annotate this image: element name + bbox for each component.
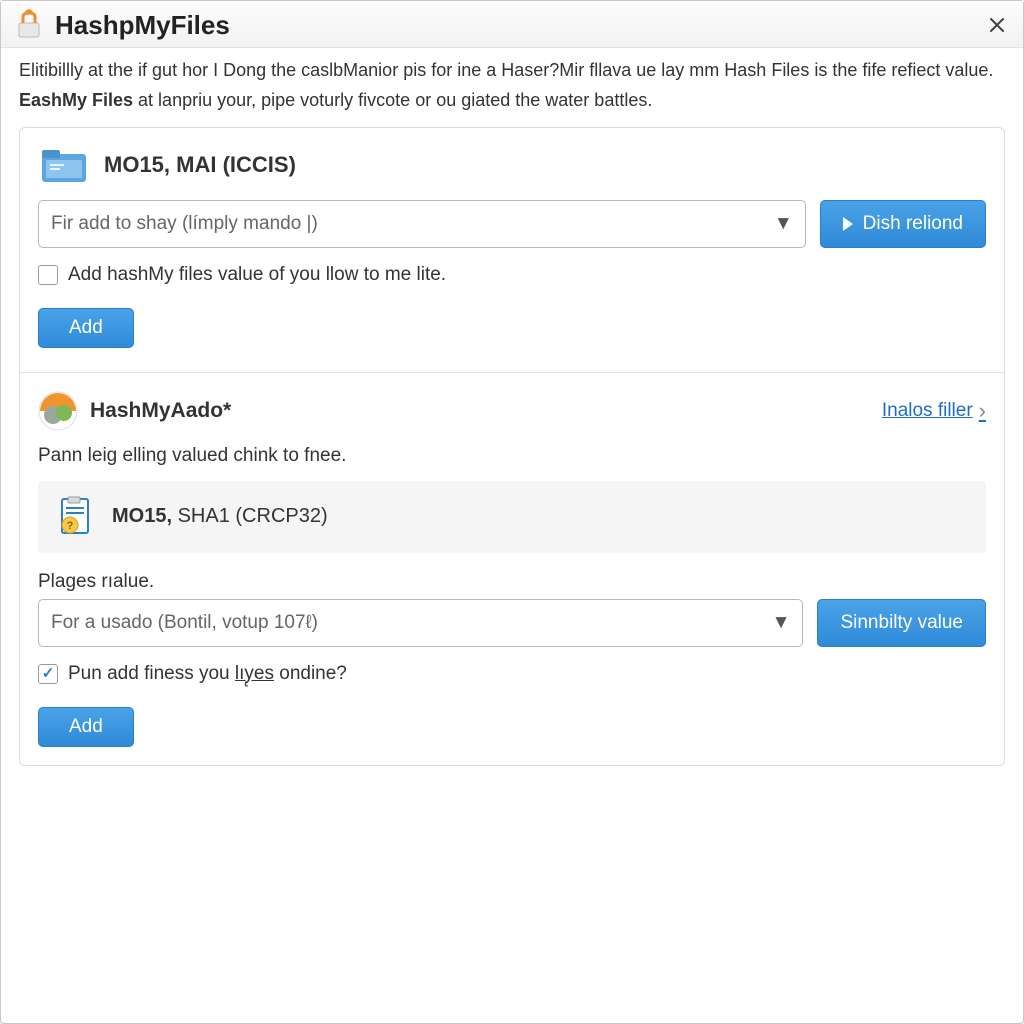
app-window: HashpMyFiles Elitibillly at the if gut h… (0, 0, 1024, 1024)
section1-add-button[interactable]: Add (38, 308, 134, 348)
section1-checkbox-row: Add hashMy files value of you llow to me… (38, 264, 986, 286)
section2-action-button[interactable]: Sinnbilty value (817, 599, 986, 647)
section2-title: HashMyAado* (90, 399, 231, 423)
play-icon (843, 217, 853, 231)
section1-combo[interactable]: Fir add to shay (límply mando |) ▼ (38, 200, 806, 248)
chevron-down-icon: ▼ (774, 213, 793, 235)
section1-header: MO15, MAI (ICCIS) (38, 144, 986, 186)
section1-checkbox[interactable] (38, 265, 58, 285)
section-divider (20, 372, 1004, 373)
intro-text-1: Elitibillly at the if gut hor I Dong the… (19, 58, 1005, 82)
section2-add-button[interactable]: Add (38, 707, 134, 747)
section2-combo[interactable]: For a usado (Bontil, votup 107ℓ) ▼ (38, 599, 803, 647)
content-area: Elitibillly at the if gut hor I Dong the… (1, 48, 1023, 1023)
chevron-right-icon: › (979, 398, 986, 424)
chevron-down-icon: ▼ (772, 612, 791, 634)
titlebar: HashpMyFiles (1, 1, 1023, 48)
section2-hash-label: MO15, SHA1 (CRCP32) (112, 505, 328, 528)
section2-hash-box: ? MO15, SHA1 (CRCP32) (38, 481, 986, 553)
section1-add-label: Add (69, 317, 103, 338)
section2-desc: Pann leig elling valued chink to fnee. (38, 445, 986, 467)
section2-header: HashMyAado* Inalos filler › (38, 391, 986, 431)
app-icon (13, 9, 45, 41)
close-button[interactable] (983, 11, 1011, 39)
section2-input-row: For a usado (Bontil, votup 107ℓ) ▼ Sinnb… (38, 599, 986, 647)
section1-action-button[interactable]: Dish reliond (820, 200, 986, 248)
section1-checkbox-label: Add hashMy files value of you llow to me… (68, 264, 446, 286)
section1-title: MO15, MAI (ICCIS) (104, 152, 296, 178)
section2-header-left: HashMyAado* (38, 391, 231, 431)
window-title: HashpMyFiles (55, 10, 983, 41)
section2-field-label: Plages rıalue. (38, 571, 986, 593)
intro-bold: EashMy Files (19, 90, 133, 110)
main-panel: MO15, MAI (ICCIS) Fir add to shay (límpl… (19, 127, 1005, 766)
section1-action-label: Dish reliond (863, 213, 963, 235)
svg-text:?: ? (67, 520, 74, 532)
avatar-icon (38, 391, 78, 431)
section2-link-label: Inalos filler (882, 400, 973, 422)
section2-add-label: Add (69, 716, 103, 737)
section2-action-label: Sinnbilty value (840, 612, 963, 634)
section2-checkbox[interactable] (38, 664, 58, 684)
section1-combo-text: Fir add to shay (límply mando |) (51, 213, 318, 235)
intro-rest: at lanpriu your, pipe voturly fivcote or… (133, 90, 652, 110)
section2-checkbox-label: Pun add finess you lıy̨es ondine? (68, 663, 347, 685)
document-icon: ? (54, 495, 98, 539)
intro-text-2: EashMy Files at lanpriu your, pipe votur… (19, 88, 1005, 112)
section2-combo-text: For a usado (Bontil, votup 107ℓ) (51, 612, 318, 634)
section2-hash-rest: SHA1 (CRCP32) (172, 505, 328, 527)
folder-icon (38, 144, 90, 186)
section2-link[interactable]: Inalos filler › (882, 398, 986, 424)
close-icon (990, 18, 1004, 32)
section2-hash-bold: MO15, (112, 505, 172, 527)
section1-input-row: Fir add to shay (límply mando |) ▼ Dish … (38, 200, 986, 248)
section2-checkbox-row: Pun add finess you lıy̨es ondine? (38, 663, 986, 685)
